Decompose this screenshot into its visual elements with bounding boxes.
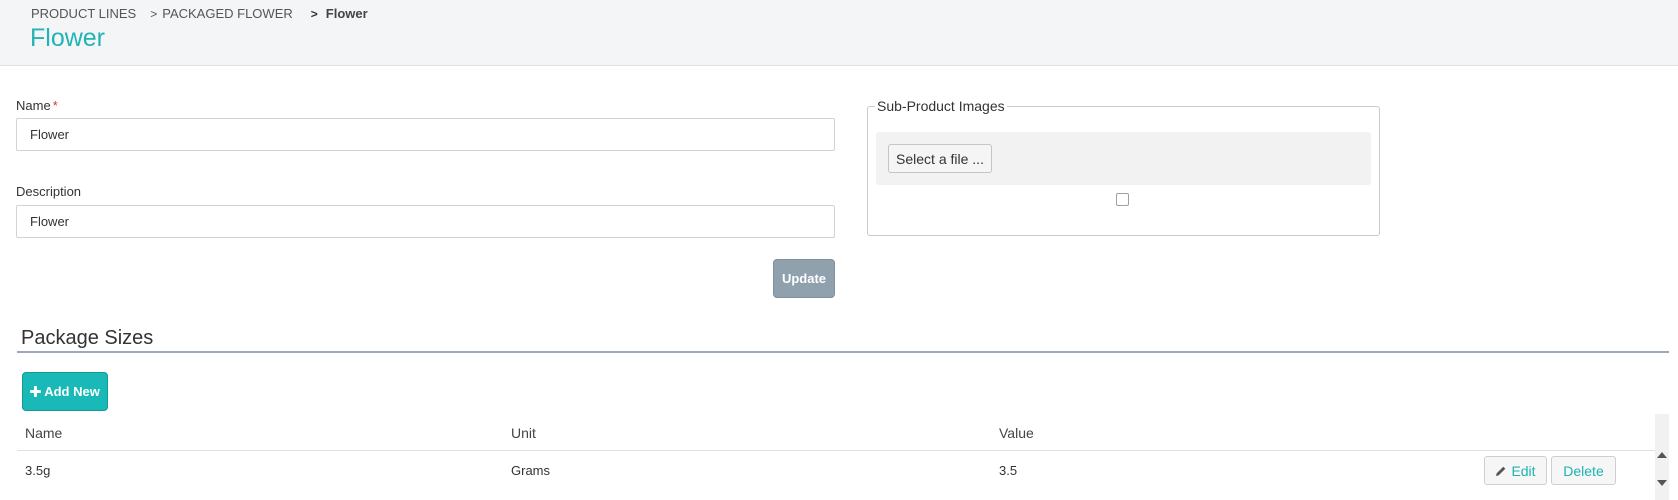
breadcrumb: PRODUCT LINES > PACKAGED FLOWER > Flower: [31, 6, 368, 21]
edit-button[interactable]: Edit: [1484, 456, 1547, 485]
table-header-divider: [17, 450, 1655, 451]
image-checkbox[interactable]: [1116, 193, 1129, 206]
breadcrumb-packaged-flower[interactable]: PACKAGED FLOWER: [162, 6, 293, 21]
column-header-name[interactable]: Name: [25, 425, 62, 441]
table-row-value-cell: 3.5: [999, 463, 1018, 478]
breadcrumb-separator: >: [150, 6, 158, 21]
package-sizes-title: Package Sizes: [21, 327, 154, 349]
name-input[interactable]: [16, 118, 835, 151]
pencil-icon: [1496, 466, 1506, 476]
page-title: Flower: [30, 24, 106, 52]
edit-label: Edit: [1511, 462, 1536, 479]
select-file-button[interactable]: Select a file ...: [888, 144, 992, 173]
table-row-unit-cell: Grams: [511, 463, 550, 478]
sub-product-images-legend: Sub-Product Images: [875, 98, 1007, 114]
update-button[interactable]: Update: [773, 259, 835, 298]
description-input[interactable]: [16, 205, 835, 238]
scroll-down-arrow-icon[interactable]: [1657, 480, 1667, 486]
section-divider: [17, 351, 1669, 353]
name-label: Name *: [16, 98, 58, 113]
required-mark: *: [52, 98, 58, 113]
description-label: Description: [16, 184, 82, 199]
scroll-up-arrow-icon[interactable]: [1657, 452, 1667, 458]
delete-button[interactable]: Delete: [1551, 456, 1616, 485]
page-header: PRODUCT LINES > PACKAGED FLOWER > Flower…: [0, 0, 1678, 66]
column-header-value[interactable]: Value: [999, 425, 1034, 441]
table-row-name-cell: 3.5g: [25, 463, 51, 478]
breadcrumb-product-lines[interactable]: PRODUCT LINES: [31, 6, 136, 21]
name-label-text: Name: [16, 98, 51, 113]
add-new-label: Add New: [44, 384, 100, 399]
column-header-unit[interactable]: Unit: [511, 425, 536, 441]
breadcrumb-current: Flower: [325, 6, 368, 21]
plus-icon: [30, 386, 42, 397]
package-sizes-table: Name Unit Value 3.5g Grams 3.5: [17, 414, 1655, 500]
breadcrumb-separator: >: [310, 6, 318, 21]
add-new-button[interactable]: Add New: [22, 372, 108, 411]
